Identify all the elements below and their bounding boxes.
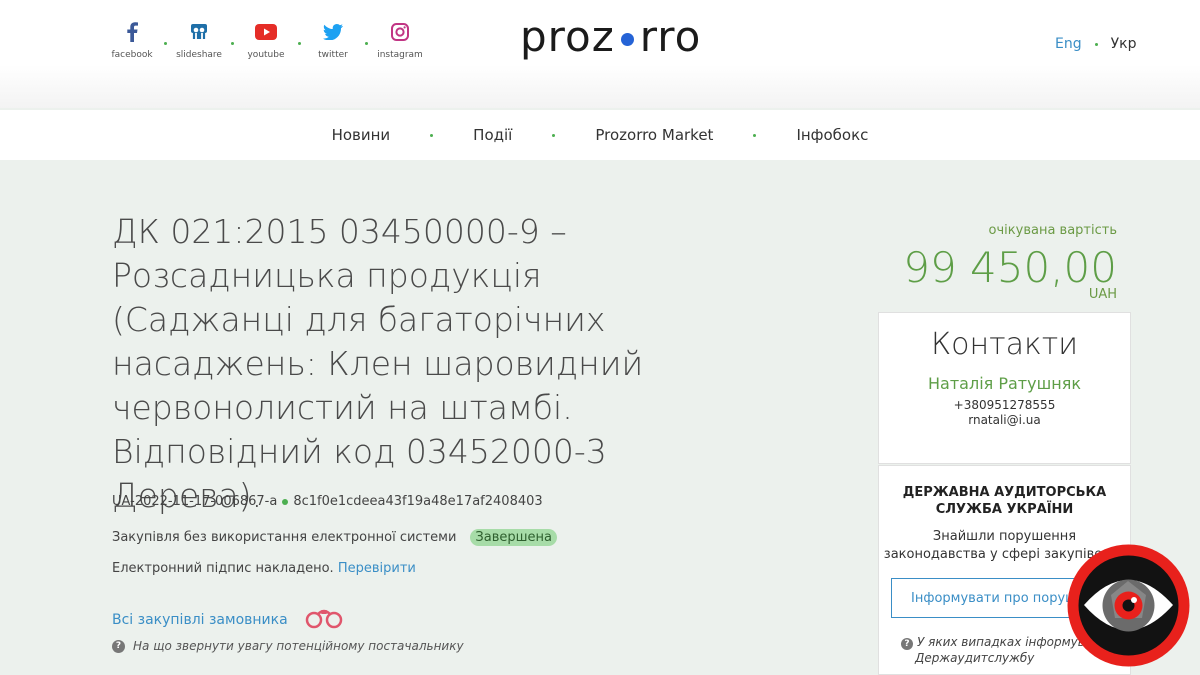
- all-purchases-link[interactable]: Всі закупівлі замовника: [112, 612, 288, 628]
- tender-hash: 8c1f0e1cdeea43f19a48e17af2408403: [293, 494, 543, 509]
- slideshare-icon: [189, 20, 209, 44]
- twitter-label: twitter: [318, 50, 348, 60]
- youtube-link[interactable]: youtube: [246, 20, 286, 60]
- tender-id: UA-2022-11-17-006867-a: [112, 494, 278, 509]
- separator-dot: [1094, 42, 1098, 46]
- separator-dot: [298, 42, 301, 45]
- instagram-icon: [391, 20, 409, 44]
- verify-signature-link[interactable]: Перевірити: [338, 561, 416, 576]
- nav-item-events[interactable]: Події: [473, 126, 512, 144]
- separator-dot: [231, 42, 234, 45]
- top-header: facebook slideshare youtube twitter inst…: [0, 0, 1200, 108]
- separator-dot: [430, 133, 434, 137]
- supplier-hint-text: На що звернути увагу потенційному постач…: [133, 639, 464, 653]
- youtube-icon: [255, 20, 277, 44]
- prozorro-logo[interactable]: proz rro: [520, 12, 701, 61]
- lang-en-link[interactable]: Eng: [1055, 36, 1082, 52]
- logo-text-right: rro: [639, 12, 702, 61]
- facebook-label: facebook: [111, 50, 153, 60]
- signature-row: Електронний підпис накладено. Перевірити: [112, 561, 416, 576]
- tender-ids: UA-2022-11-17-006867-a 8c1f0e1cdeea43f19…: [112, 494, 543, 509]
- all-purchases-row: Всі закупівлі замовника: [112, 607, 344, 633]
- facebook-link[interactable]: facebook: [111, 20, 153, 60]
- audit-heading-line1: ДЕРЖАВНА АУДИТОРСЬКА: [902, 485, 1107, 500]
- question-icon: ?: [901, 638, 913, 650]
- logo-text-left: proz: [520, 12, 615, 61]
- nav-item-market[interactable]: Prozorro Market: [595, 126, 713, 144]
- signature-text: Електронний підпис накладено.: [112, 561, 334, 576]
- audit-heading: ДЕРЖАВНА АУДИТОРСЬКА СЛУЖБА УКРАЇНИ: [879, 484, 1130, 518]
- slideshare-link[interactable]: slideshare: [176, 20, 222, 60]
- main-nav: Новини Події Prozorro Market Інфобокс: [0, 110, 1200, 160]
- nav-item-infobox[interactable]: Інфобокс: [796, 126, 868, 144]
- status-badge: Завершена: [470, 529, 557, 546]
- youtube-label: youtube: [247, 50, 285, 60]
- slideshare-label: slideshare: [176, 50, 222, 60]
- contacts-heading: Контакти: [930, 327, 1079, 362]
- lang-ua-link[interactable]: Укр: [1111, 36, 1137, 52]
- separator-dot: [753, 133, 757, 137]
- nav-item-news[interactable]: Новини: [332, 126, 391, 144]
- question-icon: ?: [112, 639, 125, 653]
- audit-heading-line2: СЛУЖБА УКРАЇНИ: [935, 502, 1074, 517]
- expected-value-currency: UAH: [1088, 287, 1117, 302]
- twitter-icon: [323, 20, 343, 44]
- contact-name: Наталія Ратушняк: [928, 374, 1081, 393]
- expected-value-label: очікувана вартість: [988, 223, 1117, 238]
- contact-phone: +380951278555: [953, 398, 1056, 412]
- logo-dot-icon: [620, 33, 634, 46]
- tender-title: ДК 021:2015 03450000-9 – Розсадницька пр…: [112, 212, 644, 515]
- facebook-icon: [126, 20, 138, 44]
- separator-dot: [552, 133, 556, 137]
- instagram-link[interactable]: instagram: [377, 20, 423, 60]
- contact-email: rnatali@i.ua: [968, 413, 1041, 427]
- instagram-label: instagram: [377, 50, 423, 60]
- expected-value-amount: 99 450,00: [903, 243, 1117, 292]
- social-links: facebook slideshare youtube twitter inst…: [111, 20, 423, 60]
- binoculars-icon[interactable]: [304, 607, 344, 633]
- separator-dot: [282, 498, 289, 505]
- twitter-link[interactable]: twitter: [313, 20, 353, 60]
- language-switcher: Eng Укр: [1055, 36, 1136, 52]
- procedure-type: Закупівля без використання електронної с…: [112, 530, 457, 545]
- contacts-card: Контакти Наталія Ратушняк +380951278555 …: [878, 312, 1131, 464]
- procedure-row: Закупівля без використання електронної с…: [112, 529, 557, 546]
- watchdog-eye-badge: [1066, 543, 1191, 668]
- separator-dot: [164, 42, 167, 45]
- supplier-hint[interactable]: ? На що звернути увагу потенційному пост…: [112, 639, 464, 653]
- separator-dot: [365, 42, 368, 45]
